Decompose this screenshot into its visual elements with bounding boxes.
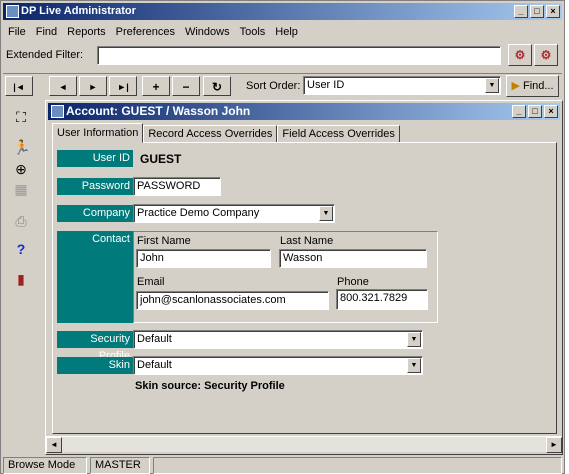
binoculars-icon[interactable]: ⛶ — [13, 109, 29, 125]
side-toolbar: ⛶ 🏃 ⊕ ▦ ⎙ ? ▮ — [3, 101, 39, 446]
company-label: Company — [57, 205, 133, 222]
scroll-left-icon[interactable]: ◄ — [46, 437, 62, 453]
company-select[interactable]: Practice Demo Company ▼ — [133, 204, 335, 223]
refresh-button[interactable]: ↻ — [203, 76, 231, 96]
menu-tools[interactable]: Tools — [235, 26, 271, 38]
last-record-button[interactable]: ►| — [109, 76, 137, 96]
sort-order-value: User ID — [307, 79, 345, 91]
security-profile-value: Default — [137, 333, 172, 345]
tab-user-information[interactable]: User Information — [52, 123, 144, 143]
contact-label: Contact — [57, 231, 133, 323]
filter-bar: Extended Filter: ⚙ ⚙ — [3, 43, 562, 69]
find-button[interactable]: ▶ Find... — [506, 75, 559, 97]
user-id-label: User ID — [57, 150, 133, 167]
menu-find[interactable]: Find — [31, 26, 62, 38]
exit-door-icon[interactable]: ▮ — [13, 271, 29, 287]
child-minimize-button[interactable]: _ — [512, 105, 526, 118]
minimize-button[interactable]: _ — [514, 5, 528, 18]
printer-icon[interactable]: ⎙ — [13, 213, 29, 229]
menu-windows[interactable]: Windows — [180, 26, 235, 38]
apply-filter-button[interactable]: ⚙ — [508, 44, 532, 66]
status-user: MASTER — [90, 457, 150, 474]
account-window-icon — [51, 105, 64, 118]
status-mode: Browse Mode — [3, 457, 87, 474]
status-extra — [153, 457, 562, 474]
contact-group: First Name John Last Name Wasson Email j… — [133, 231, 438, 323]
password-label: Password — [57, 178, 133, 195]
scroll-right-icon[interactable]: ► — [546, 437, 562, 453]
add-record-button[interactable]: + — [142, 76, 170, 96]
prev-record-button[interactable]: ◄ — [49, 76, 77, 96]
app-icon — [6, 5, 19, 18]
menu-reports[interactable]: Reports — [62, 26, 111, 38]
main-window: DP Live Administrator _ □ × File Find Re… — [0, 0, 565, 474]
running-man-icon[interactable]: 🏃 — [13, 139, 30, 155]
help-icon[interactable]: ? — [13, 241, 29, 257]
app-titlebar[interactable]: DP Live Administrator _ □ × — [3, 3, 562, 20]
last-name-field[interactable]: Wasson — [279, 249, 427, 268]
company-value: Practice Demo Company — [137, 207, 260, 219]
chevron-down-icon[interactable]: ▼ — [407, 332, 421, 347]
menu-bar: File Find Reports Preferences Windows To… — [3, 23, 562, 40]
skin-source-text: Skin source: Security Profile — [135, 380, 285, 392]
find-label: Find... — [522, 80, 554, 92]
chevron-down-icon[interactable]: ▼ — [485, 78, 499, 93]
account-title: Account: GUEST / Wasson John — [66, 104, 251, 118]
password-field[interactable]: PASSWORD — [133, 177, 221, 196]
tab-record-access-overrides[interactable]: Record Access Overrides — [143, 125, 278, 143]
next-record-button[interactable]: ► — [79, 76, 107, 96]
child-close-button[interactable]: × — [544, 105, 558, 118]
user-id-value: GUEST — [140, 152, 182, 166]
extended-filter-input[interactable] — [97, 46, 501, 65]
filter-label: Extended Filter: — [6, 49, 84, 61]
security-profile-label: Security Profile — [57, 331, 133, 362]
chevron-down-icon[interactable]: ▼ — [319, 206, 333, 221]
menu-file[interactable]: File — [3, 26, 31, 38]
skin-label: Skin — [57, 357, 133, 374]
find-icon: ▶ — [511, 80, 520, 92]
email-field[interactable]: john@scanlonassociates.com — [136, 291, 329, 310]
delete-record-button[interactable]: − — [172, 76, 200, 96]
menu-preferences[interactable]: Preferences — [111, 26, 180, 38]
sort-order-label: Sort Order: — [246, 80, 301, 92]
skin-value: Default — [137, 359, 172, 371]
phone-field[interactable]: 800.321.7829 — [336, 289, 428, 310]
status-bar: Browse Mode MASTER — [3, 457, 562, 474]
app-title: DP Live Administrator — [21, 5, 136, 17]
menu-help[interactable]: Help — [270, 26, 303, 38]
user-information-panel: User ID GUEST Password PASSWORD Company … — [52, 142, 557, 434]
close-button[interactable]: × — [546, 5, 560, 18]
last-name-label: Last Name — [280, 235, 334, 247]
lock-icon[interactable]: ⊕ — [13, 161, 29, 177]
maximize-button[interactable]: □ — [530, 5, 544, 18]
first-name-field[interactable]: John — [136, 249, 271, 268]
grid-icon[interactable]: ▦ — [13, 181, 29, 197]
navigation-toolbar: |◄ ◄ ► ►| + − ↻ Sort Order: User ID ▼ ▶ F… — [3, 73, 562, 97]
account-window: Account: GUEST / Wasson John _ □ × User … — [45, 100, 563, 455]
first-record-button[interactable]: |◄ — [5, 76, 33, 96]
child-maximize-button[interactable]: □ — [528, 105, 542, 118]
horizontal-scrollbar[interactable]: ◄ ► — [46, 436, 562, 453]
clear-filter-button[interactable]: ⚙ — [534, 44, 558, 66]
account-titlebar[interactable]: Account: GUEST / Wasson John _ □ × — [48, 103, 560, 120]
phone-label: Phone — [337, 276, 369, 288]
chevron-down-icon[interactable]: ▼ — [407, 358, 421, 373]
security-profile-select[interactable]: Default ▼ — [133, 330, 423, 349]
email-label: Email — [137, 276, 165, 288]
tab-field-access-overrides[interactable]: Field Access Overrides — [277, 125, 400, 143]
account-tabs: User Information Record Access Overrides… — [52, 123, 400, 143]
first-name-label: First Name — [137, 235, 191, 247]
skin-select[interactable]: Default ▼ — [133, 356, 423, 375]
sort-order-select[interactable]: User ID ▼ — [303, 76, 501, 95]
